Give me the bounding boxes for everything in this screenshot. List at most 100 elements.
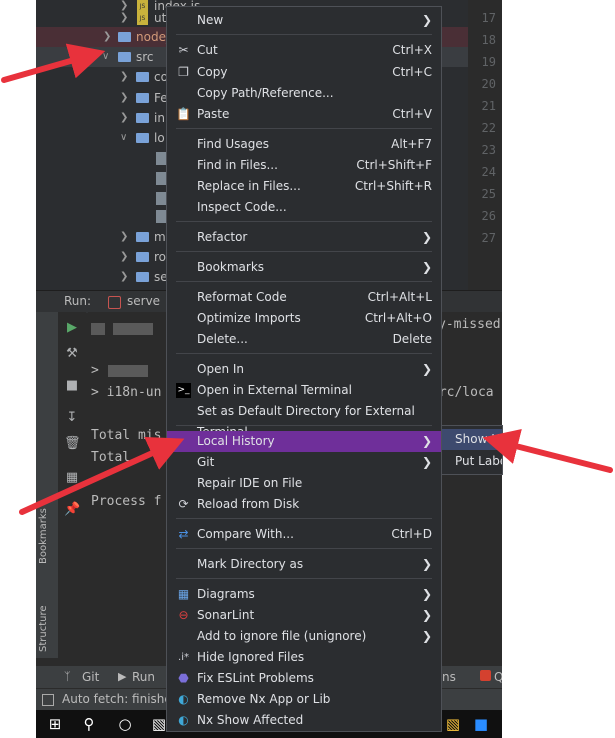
submenu-item-label: Put Label... bbox=[455, 454, 502, 468]
submenu-item-show-history[interactable]: Show History bbox=[442, 429, 502, 450]
menu-item-new[interactable]: New ❯ bbox=[167, 10, 441, 31]
chevron-right-icon[interactable]: ❯ bbox=[120, 227, 128, 247]
menu-item-paste[interactable]: 📋 Paste Ctrl+V bbox=[167, 104, 441, 125]
menu-item-git[interactable]: Git ❯ bbox=[167, 452, 441, 473]
menu-item-label: Diagrams bbox=[197, 587, 255, 601]
menu-item-delete[interactable]: Delete... Delete bbox=[167, 329, 441, 350]
local-history-submenu: Show History Put Label... bbox=[441, 425, 503, 475]
chevron-down-icon[interactable]: ∨ bbox=[102, 47, 109, 67]
menu-item-set-default-directory[interactable]: Set as Default Directory for External Te… bbox=[167, 401, 441, 439]
menu-item-label: Mark Directory as bbox=[197, 557, 304, 571]
annotation-arrow-show-history bbox=[482, 428, 613, 473]
line-number: 21 bbox=[481, 99, 496, 113]
run-config-icon bbox=[108, 296, 121, 309]
shortcut-label: Delete bbox=[392, 332, 432, 346]
line-number: 26 bbox=[481, 209, 496, 223]
menu-item-find-usages[interactable]: Find Usages Alt+F7 bbox=[167, 134, 441, 155]
line-number: 20 bbox=[481, 77, 496, 91]
tab-q[interactable]: Q bbox=[494, 670, 502, 684]
menu-item-add-to-ignore[interactable]: Add to ignore file (unignore) ❯ bbox=[167, 626, 441, 647]
chevron-right-icon[interactable]: ❯ bbox=[120, 88, 128, 108]
bookmarks-tool-label[interactable]: Bookmarks bbox=[38, 508, 49, 564]
line-number: 24 bbox=[481, 165, 496, 179]
diagram-icon: ▦ bbox=[177, 587, 190, 601]
file-explorer-icon[interactable]: ▧ bbox=[444, 715, 462, 733]
search-icon[interactable]: ⚲ bbox=[80, 715, 98, 733]
chevron-right-icon: ❯ bbox=[421, 13, 432, 27]
menu-item-copy-path[interactable]: Copy Path/Reference... bbox=[167, 83, 441, 104]
app-icon[interactable]: ■ bbox=[472, 715, 490, 733]
menu-item-reformat-code[interactable]: Reformat Code Ctrl+Alt+L bbox=[167, 287, 441, 308]
chevron-right-icon[interactable]: ❯ bbox=[120, 108, 128, 128]
menu-item-sonarlint[interactable]: ⊖ SonarLint ❯ bbox=[167, 605, 441, 626]
js-file-icon: JS bbox=[137, 12, 148, 25]
chevron-right-icon: ❯ bbox=[421, 455, 432, 469]
menu-item-open-in[interactable]: Open In ❯ bbox=[167, 359, 441, 380]
compare-icon: ⇄ bbox=[178, 527, 189, 541]
menu-item-optimize-imports[interactable]: Optimize Imports Ctrl+Alt+O bbox=[167, 308, 441, 329]
tab-git[interactable]: Git bbox=[82, 670, 99, 684]
pin-icon[interactable]: 📌 bbox=[64, 502, 80, 518]
menu-item-bookmarks[interactable]: Bookmarks ❯ bbox=[167, 257, 441, 278]
tab-partial[interactable]: ns bbox=[442, 670, 456, 684]
menu-item-mark-directory[interactable]: Mark Directory as ❯ bbox=[167, 554, 441, 575]
tree-row-label: in bbox=[154, 111, 165, 125]
chevron-right-icon[interactable]: ❯ bbox=[120, 267, 128, 287]
run-toolbar: ▶ ⚒ ■ ↧ 🗑 ▦ 📌 bbox=[58, 312, 86, 658]
tab-run[interactable]: Run bbox=[132, 670, 155, 684]
chevron-right-icon[interactable]: ❯ bbox=[103, 27, 111, 47]
menu-item-remove-nx[interactable]: ◐ Remove Nx App or Lib bbox=[167, 689, 441, 710]
menu-item-repair-ide[interactable]: Repair IDE on File bbox=[167, 473, 441, 494]
menu-item-label: Reformat Code bbox=[197, 290, 287, 304]
folder-icon bbox=[118, 32, 131, 42]
chevron-right-icon: ❯ bbox=[421, 434, 432, 448]
menu-item-label: Optimize Imports bbox=[197, 311, 301, 325]
menu-item-hide-ignored[interactable]: .i* Hide Ignored Files bbox=[167, 647, 441, 668]
menu-item-cut[interactable]: ✂ Cut Ctrl+X bbox=[167, 40, 441, 61]
scissors-icon: ✂ bbox=[178, 43, 189, 57]
menu-item-find-in-files[interactable]: Find in Files... Ctrl+Shift+F bbox=[167, 155, 441, 176]
tree-row-label: m bbox=[154, 230, 166, 244]
console-line: Process f bbox=[91, 494, 162, 509]
tree-row-label: src bbox=[136, 50, 154, 64]
menu-item-label: New bbox=[197, 13, 224, 27]
menu-item-reload-from-disk[interactable]: ⟳ Reload from Disk bbox=[167, 494, 441, 515]
chevron-right-icon[interactable]: ❯ bbox=[120, 247, 128, 267]
layout-icon[interactable]: ▦ bbox=[64, 470, 80, 486]
console-line: y-missed bbox=[438, 317, 501, 332]
menu-item-label: Reload from Disk bbox=[197, 497, 300, 511]
menu-separator bbox=[176, 128, 432, 129]
menu-item-compare-with[interactable]: ⇄ Compare With... Ctrl+D bbox=[167, 524, 441, 545]
menu-item-label: Nx Show Affected bbox=[197, 713, 304, 727]
chevron-right-icon[interactable]: ❯ bbox=[120, 67, 128, 87]
menu-item-local-history[interactable]: Local History ❯ bbox=[167, 431, 441, 452]
menu-item-replace-in-files[interactable]: Replace in Files... Ctrl+Shift+R bbox=[167, 176, 441, 197]
context-menu: New ❯ ✂ Cut Ctrl+X ❐ Copy Ctrl+C Copy Path/Re… bbox=[166, 6, 442, 732]
windows-start-icon[interactable]: ⊞ bbox=[46, 715, 64, 733]
run-icon[interactable]: ▶ bbox=[64, 320, 80, 336]
cortana-icon[interactable]: ○ bbox=[116, 715, 134, 733]
scroll-to-end-icon[interactable]: ↧ bbox=[64, 410, 80, 426]
console-line: Total bbox=[91, 450, 131, 465]
wrench-icon[interactable]: ⚒ bbox=[64, 346, 80, 362]
menu-item-open-external-terminal[interactable]: >_ Open in External Terminal bbox=[167, 380, 441, 401]
trash-icon[interactable]: 🗑 bbox=[64, 436, 81, 452]
menu-item-nx-show-affected[interactable]: ◐ Nx Show Affected bbox=[167, 710, 441, 731]
folder-icon bbox=[136, 133, 149, 143]
submenu-item-put-label[interactable]: Put Label... bbox=[442, 451, 502, 472]
qodana-icon bbox=[480, 670, 491, 681]
menu-item-fix-eslint[interactable]: ⬣ Fix ESLint Problems bbox=[167, 668, 441, 689]
menu-item-label: Open In bbox=[197, 362, 245, 376]
menu-item-copy[interactable]: ❐ Copy Ctrl+C bbox=[167, 62, 441, 83]
chevron-right-icon[interactable]: ❯ bbox=[120, 8, 128, 28]
sonarlint-icon: ⊖ bbox=[178, 608, 189, 622]
structure-tool-label[interactable]: Structure bbox=[38, 605, 49, 652]
chevron-down-icon[interactable]: ∨ bbox=[120, 128, 127, 148]
menu-item-inspect-code[interactable]: Inspect Code... bbox=[167, 197, 441, 218]
menu-item-refactor[interactable]: Refactor ❯ bbox=[167, 227, 441, 248]
line-number: 22 bbox=[481, 121, 496, 135]
run-config-tab[interactable]: serve bbox=[127, 294, 160, 308]
chevron-right-icon: ❯ bbox=[421, 587, 432, 601]
stop-icon[interactable]: ■ bbox=[64, 378, 80, 394]
menu-item-diagrams[interactable]: ▦ Diagrams ❯ bbox=[167, 584, 441, 605]
